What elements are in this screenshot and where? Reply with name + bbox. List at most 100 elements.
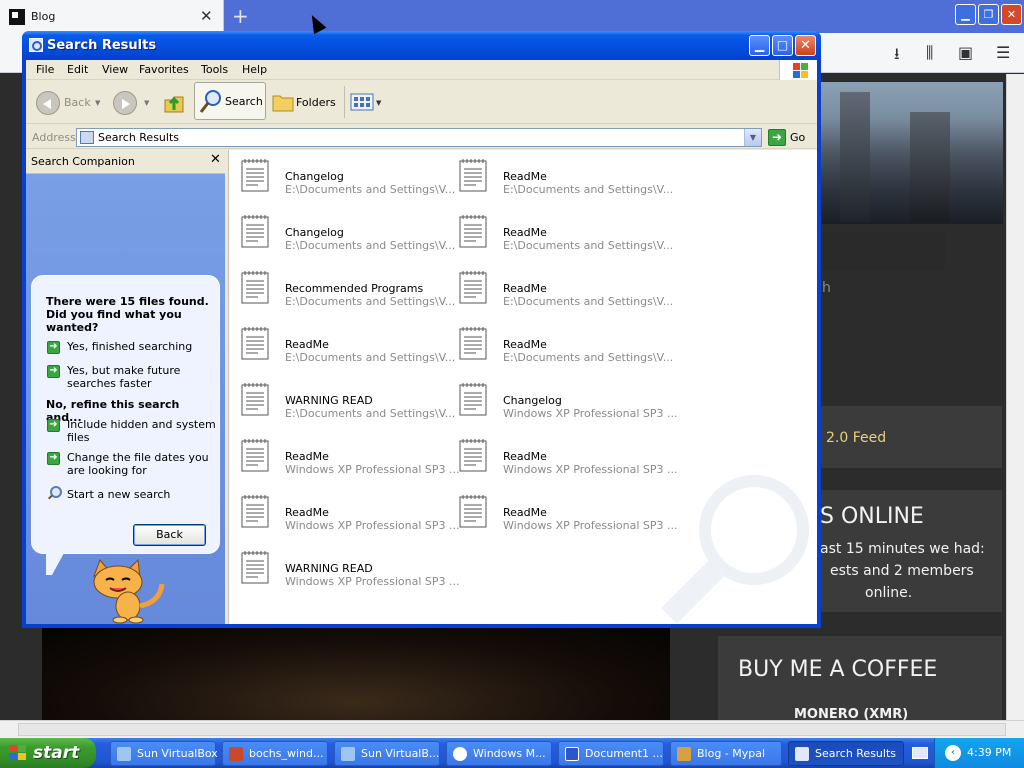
- result-item[interactable]: ReadMe E:\Documents and Settings\V...: [447, 320, 673, 368]
- windows-logo-icon: [779, 60, 817, 80]
- companion-close-icon[interactable]: ✕: [210, 152, 221, 167]
- close-button[interactable]: ✕: [795, 35, 816, 56]
- result-item[interactable]: ReadMe E:\Documents and Settings\V...: [447, 264, 673, 312]
- go-arrow-icon[interactable]: ➜: [768, 129, 786, 146]
- folders-button-label[interactable]: Folders: [296, 96, 336, 109]
- minimize-button[interactable]: ▁: [749, 35, 770, 56]
- hamburger-menu-icon[interactable]: ☰: [996, 43, 1010, 62]
- result-name: ReadMe: [503, 450, 547, 463]
- views-dropdown-icon[interactable]: ▼: [376, 99, 381, 107]
- bg-online-line: online.: [865, 585, 913, 601]
- menu-edit[interactable]: Edit: [67, 63, 88, 76]
- header-image: [820, 82, 1003, 224]
- clock[interactable]: 4:39 PM: [967, 746, 1011, 759]
- address-label: Address: [32, 131, 76, 144]
- browser-tab-strip: Blog ✕ + ▁ ❐ ✕: [0, 0, 1024, 33]
- text-document-icon: [241, 327, 269, 360]
- result-item[interactable]: ReadMe E:\Documents and Settings\V...: [447, 152, 673, 200]
- browser-minimize-button[interactable]: ▁: [955, 4, 976, 25]
- go-button-label[interactable]: Go: [790, 131, 805, 144]
- library-icon[interactable]: ⫼: [926, 43, 933, 63]
- companion-back-button[interactable]: Back: [133, 524, 206, 546]
- start-new-search-link[interactable]: Start a new search: [67, 488, 170, 501]
- task-blog-mypal[interactable]: Blog - Mypal: [670, 741, 782, 766]
- start-button[interactable]: start: [0, 738, 96, 768]
- result-item[interactable]: Changelog E:\Documents and Settings\V...: [229, 208, 455, 256]
- downloads-icon[interactable]: ⭳: [894, 43, 900, 70]
- result-item[interactable]: ReadMe Windows XP Professional SP3 ...: [447, 488, 677, 536]
- results-question: There were 15 files found. Did you find …: [46, 295, 209, 334]
- result-path: E:\Documents and Settings\V...: [285, 407, 456, 420]
- result-item[interactable]: ReadMe Windows XP Professional SP3 ...: [447, 432, 677, 480]
- result-item[interactable]: ReadMe Windows XP Professional SP3 ...: [229, 432, 459, 480]
- result-item[interactable]: ReadMe E:\Documents and Settings\V...: [447, 208, 673, 256]
- search-results-window: Search Results ▁ □ ✕ File Edit View Favo…: [22, 31, 821, 628]
- browser-vertical-scrollbar[interactable]: [1006, 74, 1024, 720]
- keyboard-icon[interactable]: [912, 747, 928, 759]
- menu-help[interactable]: Help: [242, 63, 267, 76]
- result-item[interactable]: WARNING READ E:\Documents and Settings\V…: [229, 376, 455, 424]
- bg-feed-link[interactable]: 2.0 Feed: [826, 430, 886, 446]
- back-button-label[interactable]: Back: [64, 96, 91, 109]
- text-document-icon: [459, 271, 487, 304]
- browser-close-button[interactable]: ✕: [1001, 4, 1022, 25]
- result-item[interactable]: Changelog Windows XP Professional SP3 ..…: [447, 376, 677, 424]
- views-icon[interactable]: [350, 93, 374, 111]
- back-dropdown-icon[interactable]: ▼: [95, 99, 100, 107]
- result-item[interactable]: ReadMe E:\Documents and Settings\V...: [229, 320, 455, 368]
- task-search-results[interactable]: Search Results: [788, 741, 904, 766]
- address-field[interactable]: Search Results ▼: [76, 128, 762, 147]
- browser-horizontal-scrollbar[interactable]: [0, 720, 1024, 738]
- menu-favorites[interactable]: Favorites: [139, 63, 189, 76]
- menu-view[interactable]: View: [102, 63, 128, 76]
- result-path: Windows XP Professional SP3 ...: [503, 463, 678, 476]
- tab-title: Blog: [31, 10, 56, 23]
- task-windows-media[interactable]: Windows M...: [446, 741, 552, 766]
- menu-file[interactable]: File: [36, 63, 54, 76]
- maximize-button[interactable]: □: [772, 35, 793, 56]
- task-sun-virtualbox-2[interactable]: Sun VirtualB...: [334, 741, 440, 766]
- virtualbox-icon: [117, 747, 131, 761]
- back-arrow-icon[interactable]: [36, 91, 60, 115]
- browser-tab[interactable]: Blog ✕: [0, 0, 224, 33]
- browser-restore-button[interactable]: ❐: [978, 4, 999, 25]
- address-dropdown-icon[interactable]: ▼: [744, 129, 761, 146]
- bg-online-title: S ONLINE: [820, 504, 924, 529]
- result-item[interactable]: ReadMe Windows XP Professional SP3 ...: [229, 488, 459, 536]
- search-button[interactable]: Search: [194, 82, 266, 120]
- search-magnifier-icon: [199, 90, 221, 113]
- window-client: File Edit View Favorites Tools Help Back…: [26, 60, 817, 624]
- text-document-icon: [459, 383, 487, 416]
- result-item[interactable]: Recommended Programs E:\Documents and Se…: [229, 264, 455, 312]
- forward-arrow-icon[interactable]: [113, 91, 137, 115]
- bochs-icon: [229, 747, 243, 761]
- tab-close-icon[interactable]: ✕: [200, 7, 213, 25]
- task-bochs[interactable]: bochs_wind...: [222, 741, 328, 766]
- task-label: bochs_wind...: [249, 747, 324, 760]
- title-bar[interactable]: Search Results ▁ □ ✕: [22, 31, 821, 60]
- search-window-icon: [29, 38, 43, 52]
- task-sun-virtualbox[interactable]: Sun VirtualBox: [110, 741, 218, 766]
- new-tab-icon[interactable]: +: [232, 4, 249, 28]
- result-path: E:\Documents and Settings\V...: [503, 295, 674, 308]
- scroll-thumb[interactable]: [18, 723, 1006, 736]
- result-name: ReadMe: [285, 338, 329, 351]
- text-document-icon: [459, 215, 487, 248]
- bg-night-photo: [42, 628, 670, 720]
- menu-tools[interactable]: Tools: [201, 63, 228, 76]
- result-item[interactable]: Changelog E:\Documents and Settings\V...: [229, 152, 455, 200]
- search-results-icon: [795, 747, 809, 761]
- result-item[interactable]: WARNING READ Windows XP Professional SP3…: [229, 544, 459, 592]
- task-document1[interactable]: Document1 ...: [558, 741, 664, 766]
- up-folder-icon[interactable]: [163, 90, 185, 114]
- forward-dropdown-icon[interactable]: ▼: [144, 99, 149, 107]
- search-assistant-cat-icon[interactable]: [86, 554, 176, 624]
- virtualbox-icon: [341, 747, 355, 761]
- sidebar-icon[interactable]: ▣: [958, 43, 973, 62]
- magnifier-watermark-handle: [661, 558, 727, 624]
- text-document-icon: [241, 271, 269, 304]
- text-document-icon: [241, 383, 269, 416]
- tray-arrow-icon[interactable]: ‹: [945, 745, 961, 761]
- folders-icon[interactable]: [272, 92, 294, 112]
- task-label: Blog - Mypal: [697, 747, 766, 760]
